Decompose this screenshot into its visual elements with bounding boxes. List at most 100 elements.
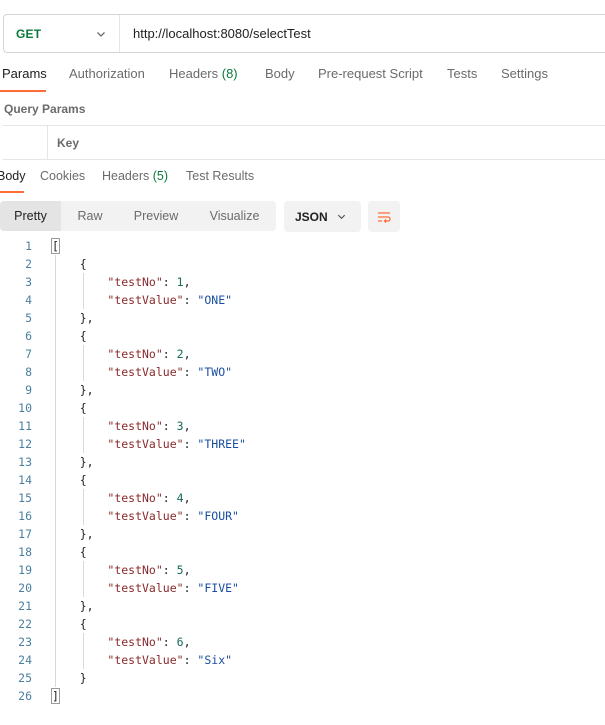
method-select[interactable]: GET: [4, 15, 120, 52]
tab-response-body[interactable]: Body: [0, 169, 26, 183]
code-line: 21 },: [0, 597, 605, 615]
json-punctuation: :: [183, 293, 198, 307]
json-number-value: 6: [176, 635, 184, 649]
tab-label: Test Results: [186, 169, 255, 183]
json-punctuation: },: [52, 527, 94, 541]
tab-tests[interactable]: Tests: [447, 66, 477, 81]
json-key: "testValue": [107, 509, 184, 523]
code-line: 12 "testValue": "THREE": [0, 435, 605, 453]
line-number: 16: [18, 509, 32, 523]
tab-count-badge: (5): [152, 169, 169, 183]
indent-guide: [83, 273, 85, 309]
code-text: },: [52, 309, 94, 327]
active-tab-indicator: [0, 90, 46, 92]
json-key: "testValue": [107, 293, 184, 307]
code-line: 10 {: [0, 399, 605, 417]
json-punctuation: :: [162, 347, 177, 361]
line-number: 1: [25, 239, 32, 253]
code-text: {: [52, 255, 87, 273]
json-punctuation: ,: [183, 347, 191, 361]
wrap-lines-icon: [378, 211, 391, 223]
json-punctuation: [52, 365, 107, 379]
line-number: 3: [25, 275, 32, 289]
code-line: 26]: [0, 687, 605, 705]
tab-label: Body: [0, 169, 26, 183]
json-key: "testNo": [107, 275, 163, 289]
json-punctuation: [52, 509, 107, 523]
json-punctuation: [52, 563, 107, 577]
json-number-value: 1: [176, 275, 184, 289]
json-number-value: 2: [176, 347, 184, 361]
code-text: }: [52, 669, 87, 687]
tab-settings[interactable]: Settings: [501, 66, 548, 81]
key-column-header: Key: [57, 136, 80, 150]
checkbox-column: [3, 126, 48, 159]
line-number: 6: [25, 329, 32, 343]
json-string-value: "TWO": [197, 365, 233, 379]
tab-params[interactable]: Params: [2, 66, 47, 81]
code-text: {: [52, 327, 87, 345]
wrap-lines-button[interactable]: [368, 201, 400, 232]
code-text: "testValue": "FIVE": [52, 579, 239, 597]
url-input[interactable]: http://localhost:8080/selectTest: [120, 26, 311, 41]
json-string-value: "ONE": [197, 293, 233, 307]
request-url-bar: GET http://localhost:8080/selectTest: [3, 14, 605, 53]
tab-label: Settings: [501, 66, 548, 81]
tab-cookies[interactable]: Cookies: [40, 169, 85, 183]
json-string-value: "THREE": [197, 437, 246, 451]
json-punctuation: :: [162, 491, 177, 505]
tab-authorization[interactable]: Authorization: [69, 66, 145, 81]
line-number: 21: [18, 599, 32, 613]
line-number: 11: [18, 419, 32, 433]
code-line: 11 "testNo": 3,: [0, 417, 605, 435]
raw-button[interactable]: Raw: [61, 201, 119, 231]
json-punctuation: [52, 347, 107, 361]
tab-test-results[interactable]: Test Results: [186, 169, 254, 183]
indent-guide: [83, 561, 85, 597]
indent-guide: [83, 417, 85, 453]
indent-guide: [83, 633, 85, 669]
indent-guide: [83, 489, 85, 525]
json-punctuation: {: [52, 257, 87, 271]
visualize-button[interactable]: Visualize: [193, 201, 276, 231]
code-text: {: [52, 543, 87, 561]
tab-label: Cookies: [40, 169, 86, 183]
tab-headers[interactable]: Headers (8): [169, 66, 238, 81]
json-key: "testValue": [107, 437, 184, 451]
json-number-value: 3: [176, 419, 184, 433]
code-line: 20 "testValue": "FIVE": [0, 579, 605, 597]
json-punctuation: {: [52, 401, 87, 415]
json-number-value: 5: [176, 563, 184, 577]
tab-pre-request-script[interactable]: Pre-request Script: [318, 66, 423, 81]
code-text: {: [52, 471, 87, 489]
json-string-value: "FIVE": [197, 581, 239, 595]
line-number: 5: [25, 311, 32, 325]
code-line: 25 }: [0, 669, 605, 687]
code-line: 3 "testNo": 1,: [0, 273, 605, 291]
tab-label: Params: [2, 66, 47, 81]
line-number: 12: [18, 437, 32, 451]
line-number: 4: [25, 293, 32, 307]
tab-body[interactable]: Body: [265, 66, 295, 81]
code-text: "testNo": 3,: [52, 417, 190, 435]
tab-label: Headers: [102, 169, 153, 183]
json-punctuation: [52, 581, 107, 595]
json-number-value: 4: [176, 491, 184, 505]
tab-response-headers[interactable]: Headers (5): [102, 169, 168, 183]
indent-guide: [55, 255, 57, 687]
json-key: "testValue": [107, 653, 184, 667]
code-line: 17 },: [0, 525, 605, 543]
chevron-down-icon: [337, 214, 346, 220]
query-params-title: Query Params: [4, 102, 86, 116]
json-punctuation: [52, 635, 107, 649]
language-select[interactable]: JSON: [284, 201, 361, 232]
json-punctuation: {: [52, 329, 87, 343]
preview-button[interactable]: Preview: [119, 201, 193, 231]
json-punctuation: ]: [51, 688, 60, 704]
line-number: 10: [18, 401, 32, 415]
line-number: 2: [25, 257, 32, 271]
json-string-value: "Six": [197, 653, 233, 667]
pretty-button[interactable]: Pretty: [0, 201, 61, 231]
code-text: "testValue": "FOUR": [52, 507, 239, 525]
line-number: 9: [25, 383, 32, 397]
